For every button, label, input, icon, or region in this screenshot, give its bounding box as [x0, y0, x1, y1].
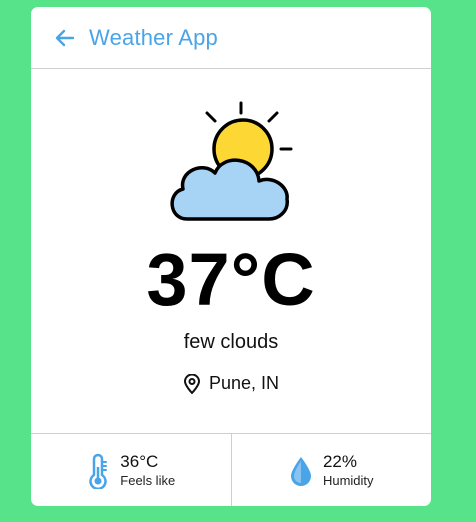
stats-row: 36°C Feels like 22% Humidity: [31, 433, 431, 506]
app-title: Weather App: [89, 24, 218, 50]
location-label: Pune, IN: [208, 373, 280, 393]
weather-details: 37°C few clouds Pune, IN: [31, 69, 431, 433]
thermometer-icon: [86, 453, 110, 489]
app-header: Weather App: [31, 7, 431, 69]
feels-like-label: Feels like: [120, 472, 176, 488]
weather-description: few clouds: [183, 331, 279, 353]
location: Pune, IN: [31, 373, 431, 394]
humidity-label: Humidity: [322, 472, 374, 488]
feels-like-value: 36°C: [120, 452, 159, 471]
temperature: 37°C: [146, 238, 316, 321]
feels-like-stat: 36°C Feels like: [31, 434, 231, 506]
location-pin-icon: [183, 373, 201, 394]
droplet-icon: [289, 453, 313, 489]
partly-cloudy-icon: [165, 101, 297, 229]
humidity-value: 22%: [322, 452, 357, 471]
humidity-stat: 22% Humidity: [230, 434, 432, 506]
weather-card: Weather App 37°C few clouds Pune, IN 36°…: [31, 7, 431, 506]
back-arrow-icon[interactable]: [53, 26, 77, 50]
